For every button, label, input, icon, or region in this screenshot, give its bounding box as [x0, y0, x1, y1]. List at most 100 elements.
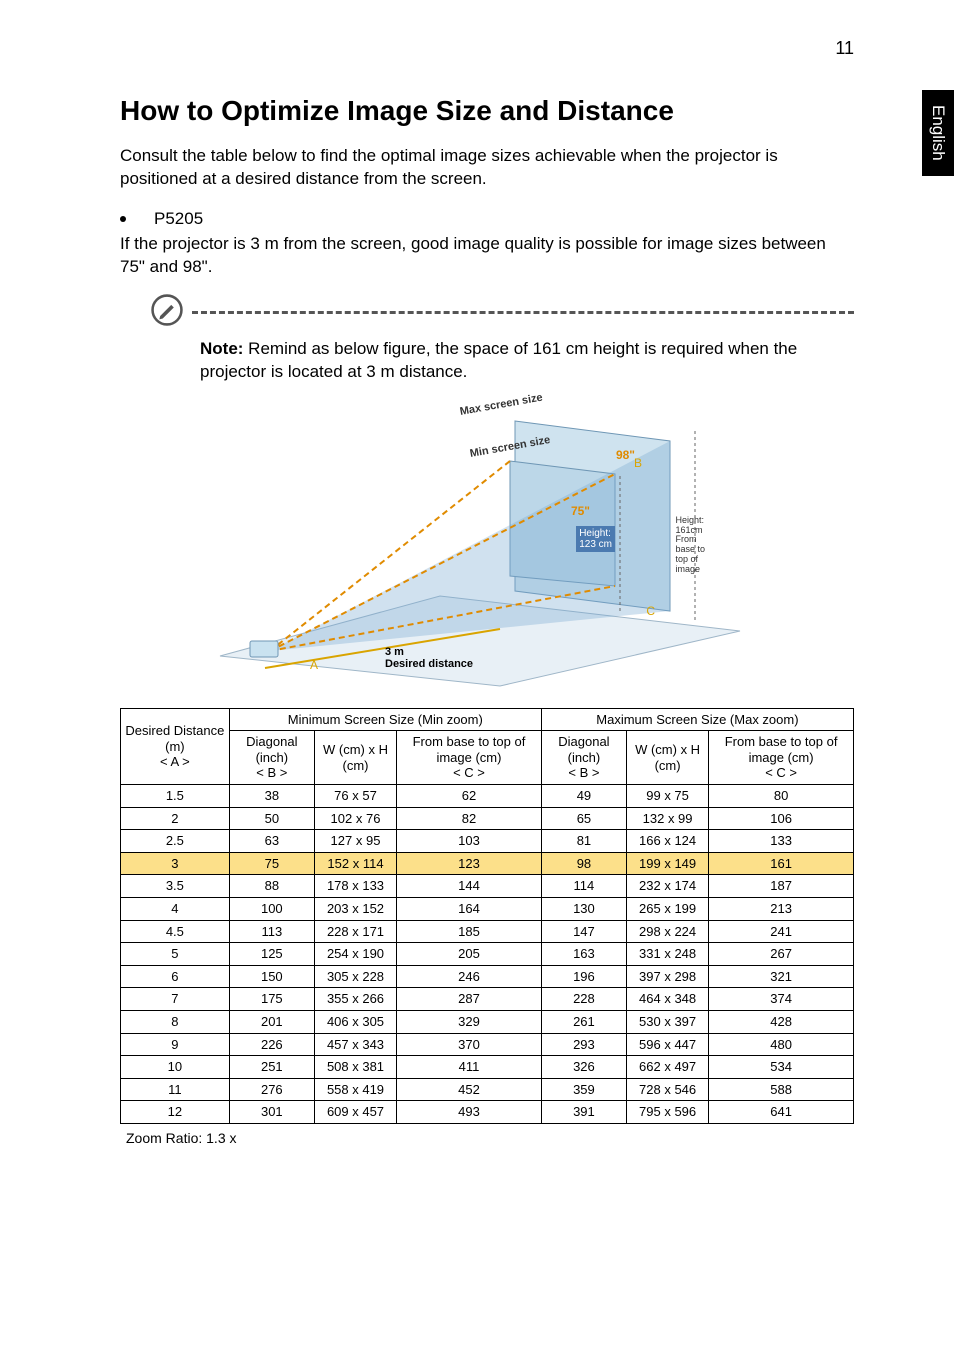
table-cell: 199 x 149	[627, 852, 709, 875]
table-cell: 326	[541, 1056, 626, 1079]
table-cell: 261	[541, 1010, 626, 1033]
note-body: Remind as below figure, the space of 161…	[200, 339, 797, 381]
table-cell: 397 x 298	[627, 965, 709, 988]
table-cell: 203 x 152	[314, 897, 396, 920]
table-cell: 205	[397, 943, 542, 966]
table-row: 3.588178 x 133144114232 x 174187	[121, 875, 854, 898]
table-cell: 164	[397, 897, 542, 920]
table-cell: 7	[121, 988, 230, 1011]
table-cell: 331 x 248	[627, 943, 709, 966]
language-tab: English	[922, 90, 954, 176]
table-cell: 38	[229, 785, 314, 808]
table-cell: 464 x 348	[627, 988, 709, 1011]
table-cell: 50	[229, 807, 314, 830]
table-cell: 1.5	[121, 785, 230, 808]
table-cell: 185	[397, 920, 542, 943]
table-cell: 81	[541, 830, 626, 853]
note-divider	[192, 311, 854, 314]
table-cell: 321	[709, 965, 854, 988]
table-cell: 2	[121, 807, 230, 830]
col-max-wh: W (cm) x H (cm)	[627, 731, 709, 785]
table-row: 11276558 x 419452359728 x 546588	[121, 1078, 854, 1101]
table-cell: 355 x 266	[314, 988, 396, 1011]
table-cell: 113	[229, 920, 314, 943]
table-cell: 558 x 419	[314, 1078, 396, 1101]
table-cell: 147	[541, 920, 626, 943]
desired-distance-label: 3 m Desired distance	[385, 646, 473, 670]
table-cell: 123	[397, 852, 542, 875]
table-cell: 4	[121, 897, 230, 920]
table-row: 12301609 x 457493391795 x 596641	[121, 1101, 854, 1124]
table-row: 6150305 x 228246196397 x 298321	[121, 965, 854, 988]
table-cell: 241	[709, 920, 854, 943]
table-cell: 130	[541, 897, 626, 920]
table-cell: 166 x 124	[627, 830, 709, 853]
table-row: 7175355 x 266287228464 x 348374	[121, 988, 854, 1011]
table-cell: 265 x 199	[627, 897, 709, 920]
pencil-icon	[150, 293, 184, 332]
table-cell: 80	[709, 785, 854, 808]
table-cell: 534	[709, 1056, 854, 1079]
table-cell: 228	[541, 988, 626, 1011]
table-cell: 127 x 95	[314, 830, 396, 853]
diagram-c-marker: C	[646, 604, 655, 618]
table-cell: 187	[709, 875, 854, 898]
table-cell: 457 x 343	[314, 1033, 396, 1056]
table-cell: 6	[121, 965, 230, 988]
table-cell: 609 x 457	[314, 1101, 396, 1124]
page-number: 11	[835, 38, 854, 59]
col-min-group: Minimum Screen Size (Min zoom)	[229, 708, 541, 731]
table-cell: 76 x 57	[314, 785, 396, 808]
size-98-label: 98"	[616, 448, 635, 462]
projection-diagram: Max screen size Min screen size 98" 75" …	[200, 396, 760, 696]
table-cell: 480	[709, 1033, 854, 1056]
table-cell: 11	[121, 1078, 230, 1101]
table-cell: 329	[397, 1010, 542, 1033]
note-text: Note: Remind as below figure, the space …	[200, 338, 854, 384]
table-cell: 287	[397, 988, 542, 1011]
table-row: 5125254 x 190205163331 x 248267	[121, 943, 854, 966]
table-cell: 267	[709, 943, 854, 966]
table-cell: 213	[709, 897, 854, 920]
table-cell: 3	[121, 852, 230, 875]
table-cell: 82	[397, 807, 542, 830]
table-cell: 493	[397, 1101, 542, 1124]
table-cell: 452	[397, 1078, 542, 1101]
table-row: 8201406 x 305329261530 x 397428	[121, 1010, 854, 1033]
table-row: 250102 x 768265132 x 99106	[121, 807, 854, 830]
table-cell: 305 x 228	[314, 965, 396, 988]
table-cell: 144	[397, 875, 542, 898]
table-cell: 641	[709, 1101, 854, 1124]
table-cell: 63	[229, 830, 314, 853]
table-cell: 298 x 224	[627, 920, 709, 943]
table-row: 1.53876 x 57624999 x 7580	[121, 785, 854, 808]
table-cell: 391	[541, 1101, 626, 1124]
table-row: 10251508 x 381411326662 x 497534	[121, 1056, 854, 1079]
table-cell: 662 x 497	[627, 1056, 709, 1079]
table-cell: 98	[541, 852, 626, 875]
table-cell: 106	[709, 807, 854, 830]
table-cell: 508 x 381	[314, 1056, 396, 1079]
table-cell: 75	[229, 852, 314, 875]
table-cell: 132 x 99	[627, 807, 709, 830]
size-75-label: 75"	[571, 504, 590, 518]
col-min-base: From base to top of image (cm) < C >	[397, 731, 542, 785]
col-max-diagonal: Diagonal (inch) < B >	[541, 731, 626, 785]
table-cell: 99 x 75	[627, 785, 709, 808]
table-cell: 161	[709, 852, 854, 875]
table-cell: 588	[709, 1078, 854, 1101]
table-cell: 374	[709, 988, 854, 1011]
table-cell: 10	[121, 1056, 230, 1079]
note-label: Note:	[200, 339, 243, 358]
table-cell: 12	[121, 1101, 230, 1124]
table-cell: 246	[397, 965, 542, 988]
diagram-a-marker: A	[310, 658, 318, 672]
intro-paragraph: Consult the table below to find the opti…	[120, 145, 854, 191]
zoom-ratio-label: Zoom Ratio: 1.3 x	[126, 1130, 854, 1146]
bullet-dot-icon	[120, 216, 126, 222]
table-cell: 232 x 174	[627, 875, 709, 898]
table-cell: 530 x 397	[627, 1010, 709, 1033]
table-cell: 4.5	[121, 920, 230, 943]
table-cell: 196	[541, 965, 626, 988]
table-cell: 411	[397, 1056, 542, 1079]
